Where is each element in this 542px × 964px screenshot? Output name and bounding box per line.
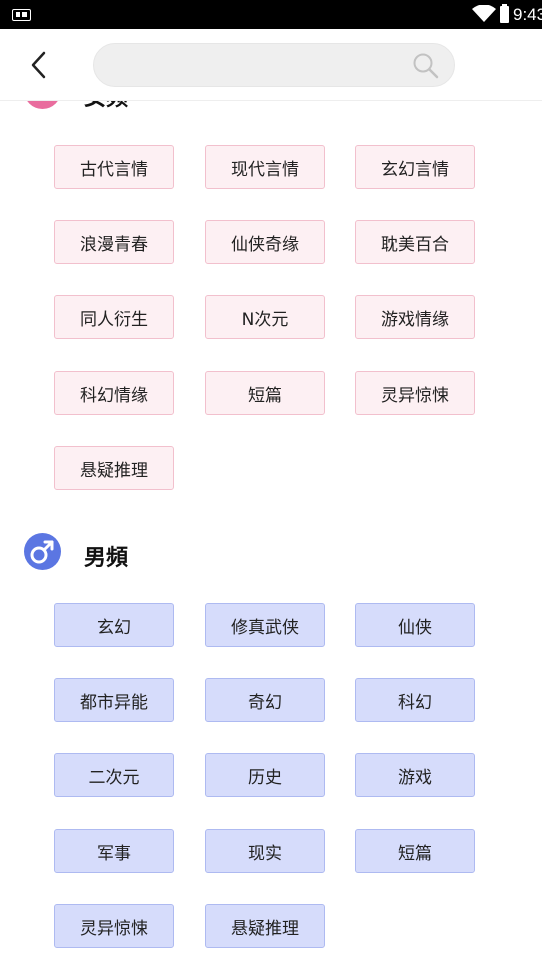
male-tag[interactable]: 都市异能 [54, 678, 174, 722]
female-tag[interactable]: 玄幻言情 [355, 145, 475, 189]
female-tag[interactable]: 古代言情 [54, 145, 174, 189]
male-tag[interactable]: 短篇 [355, 829, 475, 873]
female-tag[interactable]: 游戏情缘 [355, 295, 475, 339]
female-tag[interactable]: 科幻情缘 [54, 371, 174, 415]
female-tag[interactable]: 现代言情 [205, 145, 325, 189]
search-input[interactable] [112, 44, 402, 86]
male-tag[interactable]: 现实 [205, 829, 325, 873]
male-tag[interactable]: 军事 [54, 829, 174, 873]
female-tag[interactable]: 短篇 [205, 371, 325, 415]
status-time: 9:43 [513, 5, 542, 24]
female-tag[interactable]: 悬疑推理 [54, 446, 174, 490]
male-symbol-icon [24, 533, 61, 570]
male-tag[interactable]: 玄幻 [54, 603, 174, 647]
female-tag[interactable]: 仙侠奇缘 [205, 220, 325, 264]
status-bar: 9:43 [0, 0, 542, 29]
search-bar[interactable] [93, 43, 455, 87]
male-section-title: 男頻 [84, 546, 129, 571]
search-icon[interactable] [412, 52, 440, 80]
male-tag[interactable]: 科幻 [355, 678, 475, 722]
male-tag[interactable]: 修真武侠 [205, 603, 325, 647]
male-tag[interactable]: 奇幻 [205, 678, 325, 722]
back-button[interactable] [22, 47, 58, 83]
female-tag[interactable]: 耽美百合 [355, 220, 475, 264]
male-tag[interactable]: 二次元 [54, 753, 174, 797]
top-bar [0, 29, 542, 101]
battery-icon [500, 4, 509, 23]
female-tag[interactable]: N次元 [205, 295, 325, 339]
male-tag[interactable]: 游戏 [355, 753, 475, 797]
female-tag[interactable]: 同人衍生 [54, 295, 174, 339]
female-tag[interactable]: 灵异惊悚 [355, 371, 475, 415]
male-tag[interactable]: 仙侠 [355, 603, 475, 647]
female-tag[interactable]: 浪漫青春 [54, 220, 174, 264]
wifi-icon [472, 5, 496, 22]
male-tag[interactable]: 历史 [205, 753, 325, 797]
male-tag[interactable]: 悬疑推理 [205, 904, 325, 948]
back-arrow-icon [31, 51, 46, 79]
sim-card-icon [12, 9, 31, 21]
male-tag[interactable]: 灵异惊悚 [54, 904, 174, 948]
